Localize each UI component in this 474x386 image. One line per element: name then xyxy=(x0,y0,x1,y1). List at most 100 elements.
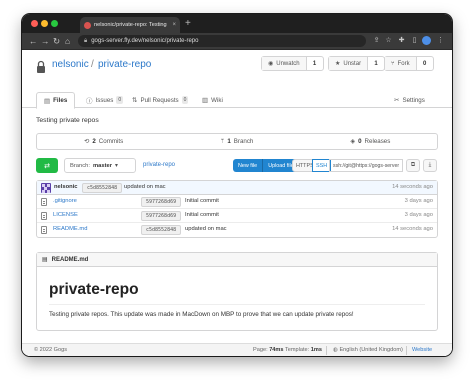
sidebar-icon[interactable]: ▯ xyxy=(410,36,419,45)
file-actions: New file Upload file xyxy=(233,159,299,172)
file-commit-time: 3 days ago xyxy=(404,212,433,218)
tab-wiki[interactable]: ▥ Wiki xyxy=(202,92,223,108)
copy-icon: ⧉ xyxy=(410,162,416,168)
copy-url-button[interactable]: ⧉ xyxy=(406,159,420,172)
menu-icon[interactable]: ⋮ xyxy=(436,36,445,45)
pulls-count-badge: 0 xyxy=(181,96,189,104)
repo-name-link[interactable]: private-repo xyxy=(98,59,151,70)
star-count[interactable]: 1 xyxy=(368,57,384,70)
profile-icon[interactable] xyxy=(422,36,431,45)
share-icon[interactable]: ⇪ xyxy=(372,36,381,45)
reload-icon[interactable]: ↻ xyxy=(53,35,60,47)
browser-toolbar: ← → ↻ ⌂ 🔒︎ gogs-server.fly.dev/nelsonic/… xyxy=(22,33,452,50)
file-name-link[interactable]: LICENSE xyxy=(53,212,78,218)
readme-filename: README.md xyxy=(51,256,89,263)
file-commit-sha-link[interactable]: c5d8552848 xyxy=(141,225,182,235)
lock-icon xyxy=(37,60,45,73)
website-link[interactable]: Website xyxy=(412,347,432,353)
star-icon: ★ xyxy=(335,61,341,67)
breadcrumb-repo-link[interactable]: private-repo xyxy=(143,162,175,168)
gogs-page: nelsonic / private-repo ◉ Unwatch 1 ★ Unst… xyxy=(22,50,452,356)
file-table: nelsonic c5d8552848 updated on mac 14 se… xyxy=(36,180,438,238)
fork-button[interactable]: ⑂ Fork 0 xyxy=(384,56,434,71)
tab-wiki-label: Wiki xyxy=(211,96,223,104)
branches-count: 1 xyxy=(227,138,231,145)
unstar-label: Unstar xyxy=(343,60,362,67)
releases-stat[interactable]: ◈ 0 Releases xyxy=(304,134,437,149)
footer-divider xyxy=(406,346,407,355)
commit-author-link[interactable]: nelsonic xyxy=(54,184,78,190)
tab-close-icon[interactable]: × xyxy=(172,22,176,28)
repo-tabs: ▤ Files ⓘ Issues 0 ⇅ Pull Requests 0 ▥ W… xyxy=(22,88,452,109)
file-commit-message[interactable]: updated on mac xyxy=(185,226,227,232)
back-arrow-icon[interactable]: ← xyxy=(29,35,38,47)
fork-count[interactable]: 0 xyxy=(417,57,433,70)
repo-header: nelsonic / private-repo ◉ Unwatch 1 ★ Unst… xyxy=(22,50,452,88)
branch-icon: ᛘ xyxy=(220,138,225,145)
star-icon[interactable]: ☆ xyxy=(384,36,393,45)
compare-button[interactable]: ⇄ xyxy=(36,158,58,173)
maximize-window-button[interactable] xyxy=(51,20,58,27)
avatar[interactable] xyxy=(41,183,51,193)
file-commit-sha-link[interactable]: 5977268d69 xyxy=(141,211,182,221)
home-icon[interactable]: ⌂ xyxy=(65,35,70,47)
repo-owner-link[interactable]: nelsonic xyxy=(52,59,89,70)
tab-settings[interactable]: ✂ Settings xyxy=(394,92,425,108)
branches-label: Branch xyxy=(233,138,254,145)
new-tab-button[interactable]: + xyxy=(185,17,191,31)
table-row: README.md c5d8552848 updated on mac 14 s… xyxy=(37,223,437,237)
tab-pull-requests[interactable]: ⇅ Pull Requests 0 xyxy=(132,92,189,108)
eye-icon: ◉ xyxy=(268,61,274,67)
file-name-link[interactable]: README.md xyxy=(53,226,87,232)
extension-icon[interactable]: ✚ xyxy=(397,36,406,45)
commit-sha-link[interactable]: c5d8552848 xyxy=(82,183,123,193)
close-window-button[interactable] xyxy=(31,20,38,27)
file-commit-message[interactable]: Initial commit xyxy=(185,212,219,218)
browser-tab[interactable]: nelsonic/private-repo: Testing × xyxy=(80,17,180,33)
tab-settings-label: Settings xyxy=(402,96,425,104)
unstar-button[interactable]: ★ Unstar 1 xyxy=(328,56,386,71)
file-commit-sha-link[interactable]: 5977268d69 xyxy=(141,197,182,207)
issues-count-badge: 0 xyxy=(116,96,124,104)
file-code-icon: ▤ xyxy=(44,97,51,105)
language-label: English (United Kingdom) xyxy=(339,347,403,353)
address-bar-url: gogs-server.fly.dev/nelsonic/private-rep… xyxy=(91,38,199,44)
commits-count: 2 xyxy=(92,138,96,145)
minimize-window-button[interactable] xyxy=(41,20,48,27)
branch-dropdown[interactable]: Branch: master ▾ xyxy=(64,158,136,173)
repo-path-separator: / xyxy=(91,59,94,70)
file-name-link[interactable]: .gitignore xyxy=(53,198,77,204)
footer-divider xyxy=(326,346,327,355)
unwatch-label: Unwatch xyxy=(276,60,300,67)
readme-divider xyxy=(49,304,425,305)
browser-tab-strip: nelsonic/private-repo: Testing × + xyxy=(22,14,452,33)
file-commit-message[interactable]: Initial commit xyxy=(185,198,219,204)
issue-icon: ⓘ xyxy=(86,98,93,105)
tab-issues[interactable]: ⓘ Issues 0 xyxy=(86,92,124,108)
book-icon: ▥ xyxy=(202,97,209,104)
address-bar[interactable]: 🔒︎ gogs-server.fly.dev/nelsonic/private-… xyxy=(78,35,366,47)
template-time-value: 1ms xyxy=(310,347,322,353)
clone-url-input[interactable]: ssh://git@https://gogs-server xyxy=(329,159,403,172)
commits-label: Commits xyxy=(98,138,124,145)
forward-arrow-icon[interactable]: → xyxy=(41,35,50,47)
tag-icon: ◈ xyxy=(350,138,356,145)
branches-stat[interactable]: ᛘ 1 Branch xyxy=(170,134,303,149)
language-selector[interactable]: ◍ English (United Kingdom) xyxy=(333,347,403,353)
commit-message: updated on mac xyxy=(124,184,166,190)
page-time-label: Page: xyxy=(253,347,268,353)
tab-issues-label: Issues xyxy=(95,96,114,104)
new-file-button[interactable]: New file xyxy=(233,159,264,172)
page-time-value: 74ms xyxy=(269,347,284,353)
browser-window: nelsonic/private-repo: Testing × + ← → ↻… xyxy=(22,14,452,356)
watch-count[interactable]: 1 xyxy=(307,57,323,70)
tab-files[interactable]: ▤ Files xyxy=(36,92,76,109)
unwatch-button[interactable]: ◉ Unwatch 1 xyxy=(261,56,324,71)
commits-stat[interactable]: ⟲ 2 Commits xyxy=(37,134,170,149)
lock-icon: 🔒︎ xyxy=(84,37,88,44)
readme-panel: ▤ README.md private-repo Testing private… xyxy=(36,252,438,331)
download-button[interactable]: ⤓ xyxy=(423,159,437,172)
latest-commit-row: nelsonic c5d8552848 updated on mac 14 se… xyxy=(37,181,437,195)
releases-count: 0 xyxy=(358,138,362,145)
readme-title: private-repo xyxy=(49,281,139,298)
